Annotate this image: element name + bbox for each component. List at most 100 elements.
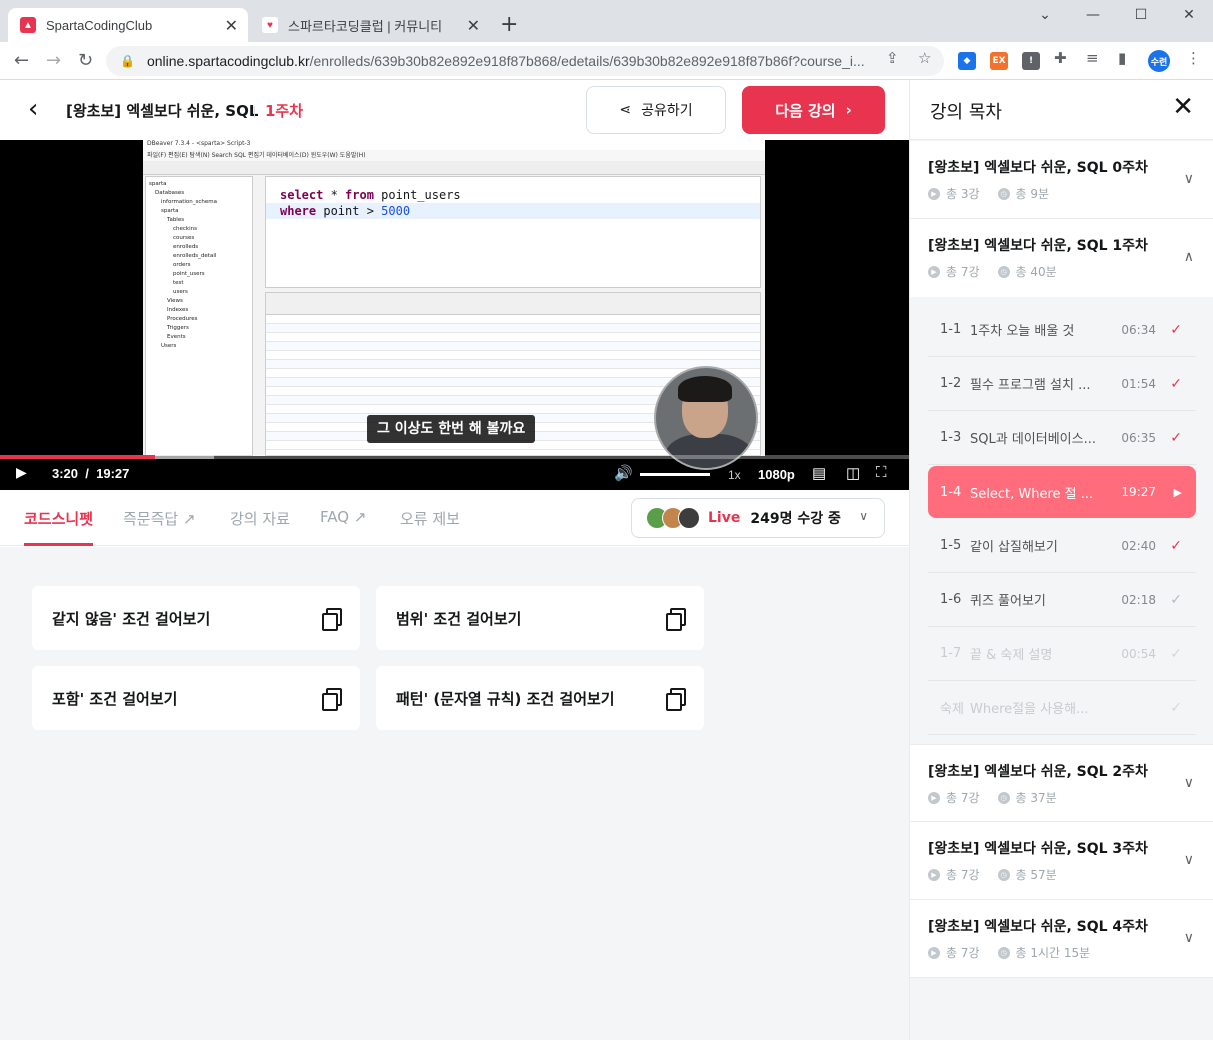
next-lecture-button[interactable]: 다음 강의 › bbox=[742, 86, 885, 134]
forward-arrow-icon[interactable]: → bbox=[46, 50, 61, 71]
lesson-title: SQL과 데이터베이스... bbox=[970, 432, 1096, 447]
bookmark-star-icon[interactable]: ☆ bbox=[918, 49, 931, 67]
extension-ex-icon[interactable]: EX bbox=[990, 52, 1008, 70]
lesson-item[interactable]: 1-1 1주차 오늘 배울 것 06:34 ✓ bbox=[928, 303, 1196, 357]
lesson-title: 필수 프로그램 설치 ... bbox=[970, 378, 1091, 393]
sidebar-title: 강의 목차 bbox=[930, 102, 1002, 123]
db-tree-item: orders bbox=[173, 262, 191, 268]
volume-icon[interactable]: 🔊 bbox=[614, 464, 633, 482]
db-tree-item: courses bbox=[173, 235, 195, 241]
db-tree-item: users bbox=[173, 289, 188, 295]
url-path: /enrolleds/639b30b82e892e918f87b868/edet… bbox=[309, 53, 865, 69]
fullscreen-icon[interactable]: ⛶ bbox=[876, 464, 887, 481]
lesson-title: Select, Where 절 ... bbox=[970, 486, 1094, 502]
lesson-title: 끝 & 숙제 설명 bbox=[970, 648, 1053, 663]
lesson-item[interactable]: 1-3 SQL과 데이터베이스... 06:35 ✓ bbox=[928, 411, 1196, 465]
live-viewers-button[interactable]: Live 249명 수강 중 ∨ bbox=[631, 498, 885, 538]
week-section-4[interactable]: [왕초보] 엑셀보다 쉬운, SQL 4주차 ▶ 총 7강 ◷ 총 1시간 15분 ∨ bbox=[910, 900, 1213, 978]
extensions-puzzle-icon[interactable]: ✚ bbox=[1054, 49, 1067, 67]
tab-error-report[interactable]: 오류 제보 bbox=[400, 508, 460, 529]
chevron-down-icon[interactable]: ∨ bbox=[1184, 852, 1194, 868]
community-favicon-icon: ♥ bbox=[262, 17, 278, 33]
clock-icon: ◷ bbox=[997, 868, 1010, 881]
video-player[interactable]: DBeaver 7.3.4 - <sparta> Script-3 파일(F) … bbox=[0, 140, 909, 490]
sql-line-1: select * from point_users bbox=[280, 188, 461, 202]
snippet-card[interactable]: 포함' 조건 걸어보기 bbox=[32, 666, 360, 730]
lesson-title: 같이 삽질해보기 bbox=[970, 540, 1058, 555]
maximize-icon[interactable]: ☐ bbox=[1117, 0, 1165, 30]
week-meta: ▶ 총 7강 ◷ 총 37분 bbox=[928, 789, 1057, 806]
snippet-card[interactable]: 같지 않음' 조건 걸어보기 bbox=[32, 586, 360, 650]
browser-tab-sparta[interactable]: ▲ SpartaCodingClub ✕ bbox=[8, 8, 248, 42]
play-icon[interactable]: ▶ bbox=[16, 464, 27, 481]
db-tree-item: Events bbox=[167, 334, 186, 340]
tab-faq[interactable]: FAQ ↗ bbox=[320, 508, 366, 526]
reload-icon[interactable]: ↻ bbox=[78, 50, 93, 71]
lesson-item[interactable]: 1-7 끝 & 숙제 설명 00:54 ✓ bbox=[928, 627, 1196, 681]
extension-info-icon[interactable]: ! bbox=[1022, 52, 1040, 70]
profile-avatar[interactable]: 수련 bbox=[1148, 50, 1170, 72]
next-label: 다음 강의 bbox=[775, 101, 836, 120]
side-panel-icon[interactable]: ▮ bbox=[1118, 49, 1126, 67]
url-host: online.spartacodingclub.kr bbox=[146, 53, 310, 69]
lesson-item[interactable]: 1-5 같이 삽질해보기 02:40 ✓ bbox=[928, 519, 1196, 573]
tab-search-icon[interactable]: ⌄ bbox=[1021, 0, 1069, 30]
week-section-3[interactable]: [왕초보] 엑셀보다 쉬운, SQL 3주차 ▶ 총 7강 ◷ 총 57분 ∨ bbox=[910, 822, 1213, 900]
tab-materials[interactable]: 강의 자료 bbox=[230, 508, 290, 529]
viewer-avatars bbox=[646, 507, 700, 529]
picture-in-picture-icon[interactable]: ◫ bbox=[846, 464, 860, 482]
lesson-item[interactable]: 1-4 Select, Where 절 ... 19:27 ▶ bbox=[928, 466, 1196, 518]
new-tab-icon[interactable]: + bbox=[500, 12, 518, 37]
volume-slider[interactable] bbox=[640, 473, 710, 476]
minimize-icon[interactable]: — bbox=[1069, 0, 1117, 30]
lesson-duration: 02:18 bbox=[1121, 592, 1156, 607]
copy-icon[interactable] bbox=[666, 688, 686, 711]
copy-icon[interactable] bbox=[322, 608, 342, 631]
chevron-up-icon[interactable]: ∧ bbox=[1184, 249, 1194, 265]
share-page-icon[interactable]: ⇪ bbox=[886, 49, 899, 67]
tab-qna[interactable]: 즉문즉답 ↗ bbox=[123, 508, 196, 529]
course-title: [왕초보] 엑셀보다 쉬운, SQL bbox=[66, 102, 259, 120]
video-progress-bar[interactable] bbox=[0, 455, 909, 459]
week-section-2[interactable]: [왕초보] 엑셀보다 쉬운, SQL 2주차 ▶ 총 7강 ◷ 총 37분 ∨ bbox=[910, 744, 1213, 822]
video-time: 3:20 / 19:27 bbox=[52, 466, 130, 481]
copy-icon[interactable] bbox=[322, 688, 342, 711]
snippet-card[interactable]: 범위' 조건 걸어보기 bbox=[376, 586, 704, 650]
copy-icon[interactable] bbox=[666, 608, 686, 631]
week-section-0[interactable]: [왕초보] 엑셀보다 쉬운, SQL 0주차 ▶ 총 3강 ◷ 총 9분 ∨ bbox=[910, 141, 1213, 219]
snippet-title: 같지 않음' 조건 걸어보기 bbox=[52, 609, 211, 628]
address-bar[interactable]: 🔒 online.spartacodingclub.kr/enrolleds/6… bbox=[106, 46, 944, 76]
playback-speed[interactable]: 1x bbox=[728, 468, 741, 482]
extension-shield-icon[interactable]: ◆ bbox=[958, 52, 976, 70]
snippet-card[interactable]: 패턴' (문자열 규칙) 조건 걸어보기 bbox=[376, 666, 704, 730]
tab-code-snippet[interactable]: 코드스니펫 bbox=[24, 508, 93, 529]
browser-tab-community[interactable]: ♥ 스파르타코딩클럽 | 커뮤니티 ✕ bbox=[250, 8, 490, 42]
lesson-number: 1-6 bbox=[940, 592, 962, 607]
browser-tab-title: 스파르타코딩클럽 | 커뮤니티 bbox=[288, 18, 443, 34]
close-icon[interactable]: ✕ bbox=[1172, 94, 1194, 120]
close-tab-icon[interactable]: ✕ bbox=[467, 16, 480, 36]
check-icon: ✓ bbox=[1170, 591, 1182, 608]
lesson-item[interactable]: 숙제 Where절을 사용해... ✓ bbox=[928, 681, 1196, 735]
lecture-header: ‹ [왕초보] 엑셀보다 쉬운, SQL 1주차 ⋖ 공유하기 다음 강의 › bbox=[0, 80, 909, 140]
week-section-1[interactable]: [왕초보] 엑셀보다 쉬운, SQL 1주차 ▶ 총 7강 ◷ 총 40분 ∧ bbox=[910, 219, 1213, 297]
chevron-down-icon[interactable]: ∨ bbox=[1184, 930, 1194, 946]
week-meta: ▶ 총 7강 ◷ 총 57분 bbox=[928, 866, 1057, 883]
chevron-down-icon[interactable]: ∨ bbox=[1184, 171, 1194, 187]
close-window-icon[interactable]: ✕ bbox=[1165, 0, 1213, 30]
close-tab-icon[interactable]: ✕ bbox=[225, 16, 238, 36]
external-link-icon: ↗ bbox=[182, 510, 196, 528]
play-circle-icon: ▶ bbox=[928, 791, 940, 804]
lesson-item[interactable]: 1-6 퀴즈 풀어보기 02:18 ✓ bbox=[928, 573, 1196, 627]
lesson-number: 1-4 bbox=[940, 484, 962, 500]
lesson-item[interactable]: 1-2 필수 프로그램 설치 ... 01:54 ✓ bbox=[928, 357, 1196, 411]
quality-selector[interactable]: 1080p bbox=[758, 467, 795, 482]
back-arrow-icon[interactable]: ← bbox=[14, 50, 29, 71]
captions-icon[interactable]: ▤ bbox=[812, 464, 826, 482]
db-tree-item: Views bbox=[167, 298, 183, 304]
share-button[interactable]: ⋖ 공유하기 bbox=[586, 86, 726, 134]
back-chevron-icon[interactable]: ‹ bbox=[28, 96, 52, 124]
browser-menu-icon[interactable]: ⋮ bbox=[1186, 49, 1201, 67]
media-control-icon[interactable]: ≡ bbox=[1086, 49, 1099, 67]
chevron-down-icon[interactable]: ∨ bbox=[1184, 775, 1194, 791]
